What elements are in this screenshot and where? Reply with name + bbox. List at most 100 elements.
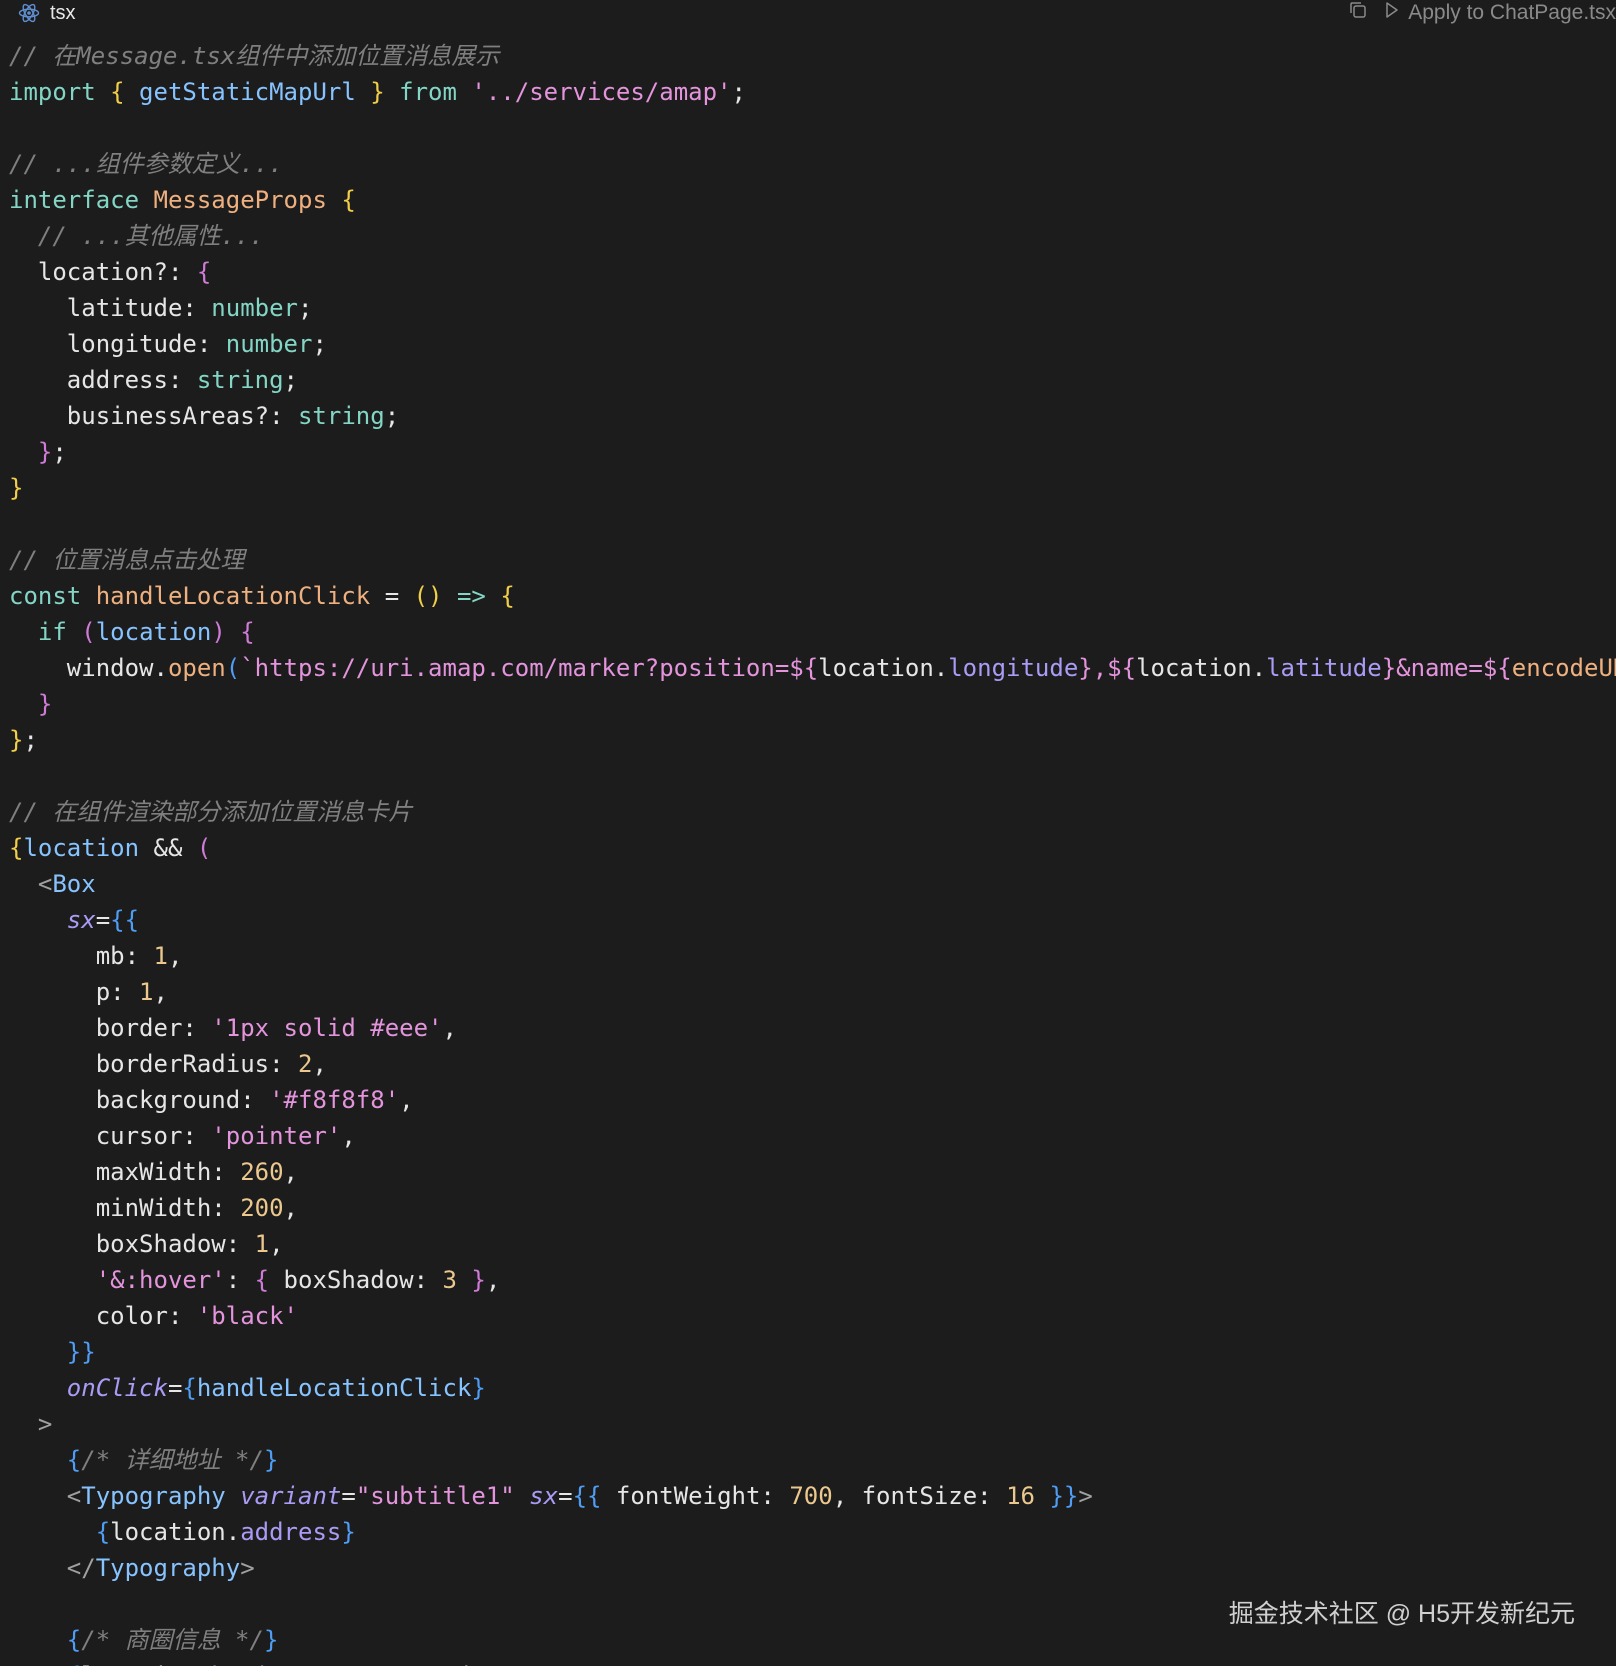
code-token: number [225,330,313,358]
code-token: boxShadow: [269,1266,443,1294]
code-token: = [167,1374,183,1402]
code-token: Typography [81,1482,226,1510]
code-token: longitude [948,654,1079,682]
code-line: address: string; [9,362,1616,398]
code-line: // 位置消息点击处理 [9,542,1616,578]
code-token: 3 [442,1266,457,1294]
code-token: , [442,1014,457,1042]
language-name: tsx [50,1,76,24]
code-token: } [37,438,53,466]
react-icon [18,2,40,24]
code-line: interface MessageProps { [9,182,1616,218]
code-token: => [456,582,486,610]
code-token: , [283,1194,298,1222]
play-icon [1384,1,1400,25]
code-token: , [283,1158,298,1186]
code-token: import [9,78,96,106]
code-token: }&name=${ [1381,654,1512,682]
code-line: location?: { [9,254,1616,290]
code-token: ( [81,618,96,646]
code-token: 'pointer' [211,1122,342,1150]
apply-button[interactable]: Apply to ChatPage.tsx [1384,1,1616,25]
code-token: window. [9,654,168,682]
code-token: }} [66,1338,96,1366]
code-token: p: [9,978,140,1006]
code-token: { [182,1374,197,1402]
code-token: cursor: [9,1122,212,1150]
code-line: boxShadow: 1, [9,1226,1616,1262]
code-token: string [196,366,284,394]
code-token: { [196,258,212,286]
code-token: open [167,654,226,682]
code-line: }} [9,1334,1616,1370]
code-token: Box [52,870,96,898]
code-token: // ...组件参数定义... [9,150,284,178]
code-line: longitude: number; [9,326,1616,362]
code-token: boxShadow: [9,1230,255,1258]
code-line: maxWidth: 260, [9,1154,1616,1190]
code-token: `https://uri.amap.com/marker?position=${ [240,654,819,682]
code-block-header: tsx Apply to ChatPage.tsx [0,0,1616,26]
code-token: // ...其他属性... [37,222,264,250]
code-token: 260 [240,1158,284,1186]
code-token: > [1078,1482,1093,1510]
code-token: { [341,186,356,214]
code-line: window.open(`https://uri.amap.com/marker… [9,650,1616,686]
code-token: , [167,942,183,970]
code-line: cursor: 'pointer', [9,1118,1616,1154]
code-token: { [500,582,515,610]
copy-icon[interactable] [1348,0,1368,26]
code-token: ; [52,438,67,466]
code-token: ; [298,294,313,322]
code-line: minWidth: 200, [9,1190,1616,1226]
code-token: { [66,1446,82,1474]
code-token: if [37,618,67,646]
code-token: latitude [1266,654,1382,682]
code-token: 'black' [196,1302,298,1330]
code-token: { [66,1626,82,1654]
code-line: p: 1, [9,974,1616,1010]
code-line: // ...组件参数定义... [9,146,1616,182]
code-token: } [341,1518,356,1546]
code-token: {{ [110,906,140,934]
code-token: { [240,618,255,646]
code-token: = [558,1482,573,1510]
code-line: onClick={handleLocationClick} [9,1370,1616,1406]
code-token: 200 [240,1194,284,1222]
code-token: () [413,582,443,610]
code-token: "subtitle1" [355,1482,515,1510]
code-token: ( [225,654,241,682]
code-token: = [341,1482,356,1510]
code-token: , fontSize: [832,1482,1007,1510]
code-token: // 位置消息点击处理 [9,546,245,574]
code-line: }; [9,434,1616,470]
code-token: { [254,1266,270,1294]
code-line: border: '1px solid #eee', [9,1010,1616,1046]
code-token: color: [9,1302,197,1330]
code-token: 700 [789,1482,833,1510]
code-line: {/* 详细地址 */} [9,1442,1616,1478]
code-token: ; [384,402,400,430]
code-token: 1 [139,978,154,1006]
code-token: location [23,834,140,862]
code-token: latitude: [9,294,212,322]
code-token: maxWidth: [9,1158,241,1186]
code-token: {{ [572,1482,602,1510]
